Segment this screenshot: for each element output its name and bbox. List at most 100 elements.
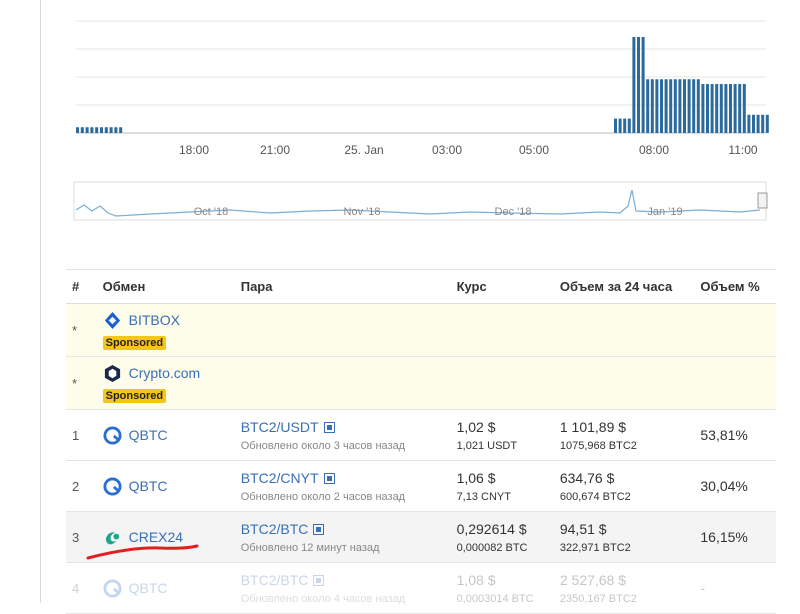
exchange-link-bitbox[interactable]: BITBOX (129, 312, 180, 328)
rate-cell: 1,02 $ 1,021 USDT (456, 409, 560, 461)
volume-bar (85, 127, 89, 133)
table-row: 3 CREX24 BTC2/BTC Обновлено 12 минут наз… (66, 511, 776, 563)
pair-link[interactable]: BTC2/BTC (241, 572, 309, 588)
table-row: 2 QBTC BTC2/CNYT Обновлено около 2 часов… (66, 460, 776, 512)
qbtc-logo-icon (103, 578, 122, 598)
bitbox-logo-icon (104, 311, 120, 329)
volume-bar (733, 84, 737, 133)
volume-bar (104, 127, 108, 133)
volume-sub: 322,971 BTC2 (559, 541, 631, 554)
pair-link[interactable]: BTC2/USDT (241, 419, 319, 435)
header-volume[interactable]: Объем за 24 часа (559, 269, 701, 304)
sponsored-cell: BITBOX Sponsored (102, 303, 776, 357)
pair-cell: BTC2/CNYT Обновлено около 2 часов назад (240, 460, 457, 512)
crypto-com-logo-icon (104, 364, 120, 382)
navigator-tick-label: Dec '18 (494, 206, 532, 218)
x-tick-label: 03:00 (431, 143, 463, 157)
volume-bar (95, 127, 99, 133)
header-num: # (66, 269, 103, 304)
volume-bar (669, 79, 673, 133)
header-exchange[interactable]: Обмен (102, 269, 241, 304)
external-link-icon[interactable] (323, 421, 335, 433)
x-tick-label: 18:00 (178, 143, 210, 157)
volume-pct-cell: - (700, 562, 776, 614)
volume-bar (80, 127, 84, 133)
volume-bar (765, 114, 769, 133)
volume-cell: 94,51 $ 322,971 BTC2 (559, 511, 701, 563)
header-rate[interactable]: Курс (456, 269, 560, 304)
rate-value: 1,08 $ (456, 571, 496, 588)
volume-value: 634,76 $ (559, 469, 615, 486)
volume-bar (710, 84, 714, 133)
rate-value: 1,06 $ (456, 469, 496, 486)
external-link-icon[interactable] (313, 574, 325, 586)
volume-bar (632, 37, 636, 133)
exchange-link-crypto-com[interactable]: Crypto.com (129, 365, 201, 381)
volume-pct: - (700, 580, 706, 596)
table-row: 4 QBTC BTC2/BTC Обновлено около 4 часов … (66, 562, 776, 614)
exchange-link[interactable]: QBTC (129, 478, 168, 494)
x-tick-label: 21:00 (259, 143, 291, 157)
volume-bar (673, 79, 677, 133)
header-volume-pct[interactable]: Объем % (700, 269, 776, 304)
volume-bar (614, 118, 617, 133)
volume-pct-cell: 30,04% (700, 460, 776, 512)
volume-bar (687, 79, 691, 133)
volume-bar (618, 118, 622, 133)
volume-bar (119, 127, 123, 133)
sponsored-badge: Sponsored (102, 388, 167, 403)
rate-cell: 0,292614 $ 0,000082 BTC (456, 511, 560, 563)
external-link-icon[interactable] (323, 472, 335, 484)
header-pair[interactable]: Пара (240, 269, 457, 304)
volume-pct: 30,04% (700, 478, 748, 494)
updated-text: Обновлено около 3 часов назад (240, 439, 406, 452)
rate-sub: 7,13 CNYT (456, 490, 511, 503)
volume-bar (641, 37, 645, 133)
volume-bar (100, 127, 103, 133)
x-tick-label: 05:00 (518, 143, 550, 157)
volume-pct: 16,15% (700, 529, 748, 545)
exchange-link[interactable]: QBTC (129, 427, 168, 443)
volume-sub: 1075,968 BTC2 (559, 439, 637, 452)
crex24-logo-icon (105, 531, 119, 544)
volume-pct-cell: 16,15% (700, 511, 776, 563)
volume-bar (715, 84, 719, 133)
updated-text: Обновлено около 2 часов назад (240, 490, 406, 503)
rate-cell: 1,06 $ 7,13 CNYT (456, 460, 560, 512)
external-link-icon[interactable] (313, 523, 325, 535)
row-num: * (66, 303, 103, 357)
volume-bar (646, 79, 650, 133)
volume-bar (655, 79, 659, 133)
pair-cell: BTC2/BTC Обновлено около 4 часов назад (240, 562, 457, 614)
exchange-link[interactable]: QBTC (129, 580, 168, 596)
x-tick-label: 25. Jan (344, 143, 384, 157)
volume-cell: 634,76 $ 600,674 BTC2 (559, 460, 701, 512)
volume-bar (76, 127, 79, 133)
sponsored-row: * BITBOX Sponsored (66, 303, 776, 357)
volume-bar (696, 79, 700, 133)
exchange-cell: QBTC (102, 460, 241, 512)
pair-link[interactable]: BTC2/BTC (241, 521, 309, 537)
volume-sub: 600,674 BTC2 (559, 490, 631, 503)
x-tick-label: 11:00 (728, 143, 758, 157)
navigator-tick-label: Nov '18 (343, 206, 381, 218)
table-row: 1 QBTC BTC2/USDT Обновлено около 3 часов… (66, 409, 776, 461)
volume-pct-cell: 53,81% (700, 409, 776, 461)
volume-bar (660, 79, 663, 133)
navigator-tick-label: Jan '19 (647, 206, 683, 218)
exchange-link[interactable]: CREX24 (129, 529, 183, 545)
pair-cell: BTC2/USDT Обновлено около 3 часов назад (240, 409, 457, 461)
volume-bar (747, 114, 751, 133)
exchanges-table: # Обмен Пара Курс Объем за 24 часа Объем… (66, 269, 776, 614)
volume-value: 94,51 $ (559, 520, 607, 537)
navigator-handle[interactable] (757, 192, 768, 209)
volume-bar (683, 79, 686, 133)
volume-bar (701, 84, 705, 133)
exchange-cell: CREX24 (102, 511, 241, 563)
pair-link[interactable]: BTC2/CNYT (241, 470, 319, 486)
qbtc-logo-icon (103, 476, 122, 496)
exchange-cell: QBTC (102, 562, 241, 614)
volume-bar (738, 84, 742, 133)
volume-bar (109, 127, 113, 133)
rate-value: 1,02 $ (456, 418, 496, 435)
